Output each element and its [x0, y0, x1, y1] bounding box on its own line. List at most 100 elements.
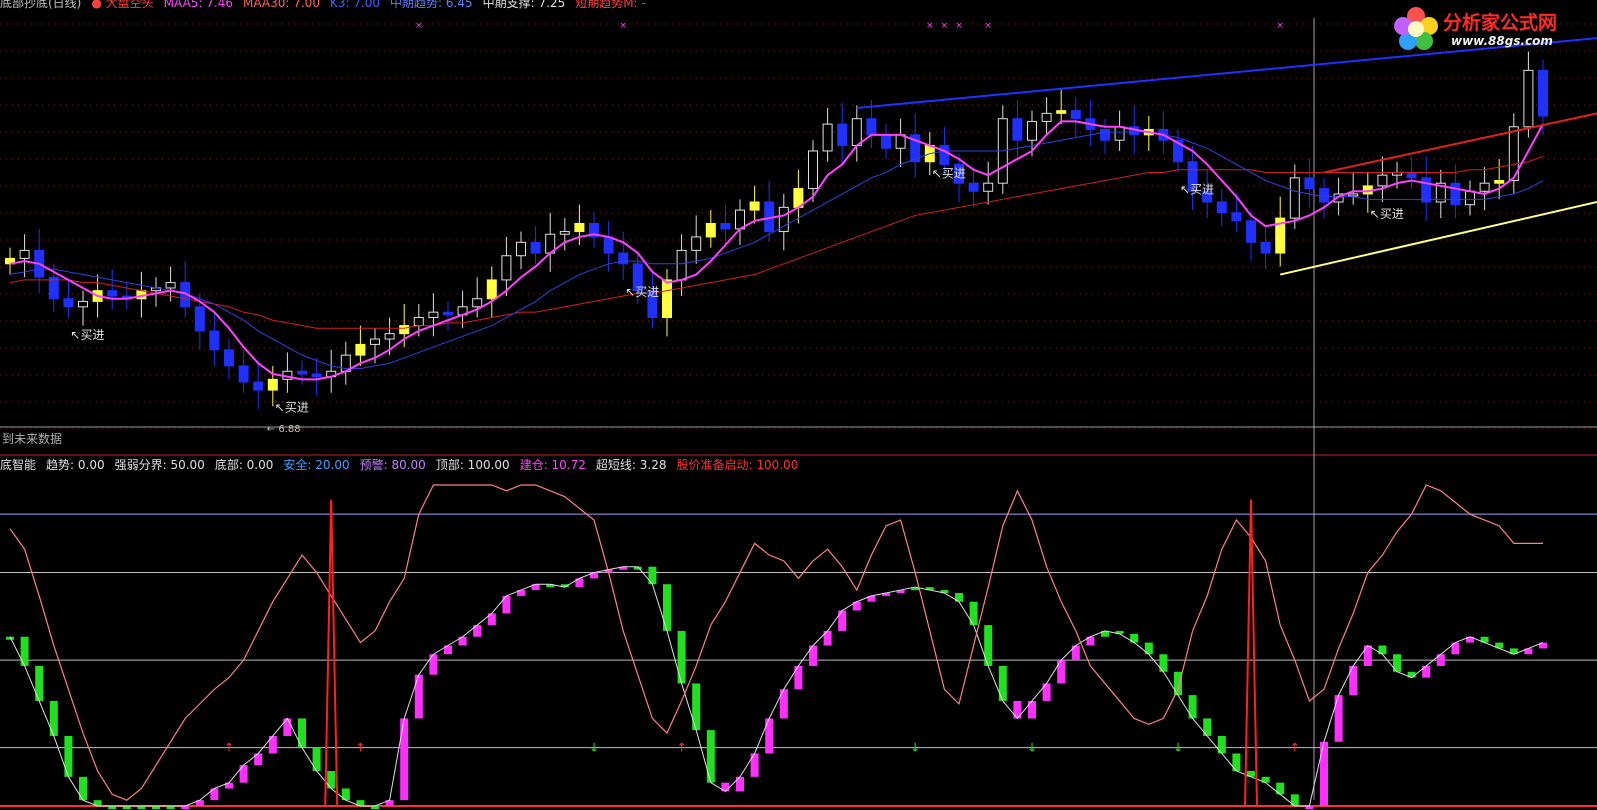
- candle-body: [808, 150, 818, 190]
- header-top-item-1: ● 大盘空头: [91, 0, 154, 10]
- candle-body: [1012, 118, 1023, 141]
- ma10-line: [9, 131, 1544, 370]
- candle-body: [705, 223, 716, 238]
- candle-body: [1319, 188, 1329, 203]
- trend-bar: [765, 718, 774, 754]
- candle-body: [63, 298, 74, 308]
- candle-body: [297, 370, 307, 375]
- arrow-up-icon: ↑: [224, 741, 234, 755]
- price-indicator-header: 底部抄底(日线) ● 大盘空头 MAA5: 7.46 MAA30: 7.00 K3: 7…: [0, 0, 656, 10]
- candle-body: [428, 311, 439, 319]
- candle-body: [603, 236, 614, 254]
- buy-signal-label: ↖买进: [932, 167, 966, 181]
- logo-url: www.88gs.com: [1451, 34, 1553, 48]
- arrow-down-icon: ↓: [1173, 741, 1183, 755]
- candle-body: [1538, 69, 1548, 117]
- candle-body: [574, 223, 585, 233]
- candle-body: [1114, 126, 1125, 141]
- candle-body: [1421, 177, 1432, 203]
- candle-body: [370, 338, 380, 345]
- trend-bar: [663, 584, 671, 631]
- candle-body: [691, 236, 702, 251]
- trend-bar: [312, 747, 321, 771]
- candle-body: [939, 145, 950, 165]
- header-bottom-item-8: 超短线: 3.28: [595, 458, 667, 472]
- trend-bar: [1174, 671, 1182, 696]
- trend-bar: [1188, 695, 1197, 719]
- candle-body: [1070, 110, 1081, 120]
- arrow-up-icon: ↑: [1290, 741, 1300, 755]
- buy-signal-label: ↖买进: [1370, 207, 1404, 221]
- candle-body: [837, 123, 848, 147]
- low-price-label: ← 6.88: [267, 424, 301, 435]
- trend-bar: [969, 601, 978, 626]
- trend-bar: [298, 718, 306, 748]
- candle-body: [1231, 212, 1242, 222]
- candle-body: [1406, 171, 1417, 179]
- arrow-down-icon: ↓: [589, 741, 599, 755]
- candle-body: [1246, 220, 1256, 243]
- price-panel[interactable]: ↖买进 ↖买进 ↖买进 ↖买进 ↖买进 ↖买进 ← 6.88 × × × × × × ×: [5, 21, 1597, 435]
- header-top-item-6: 中期支撑: 7.25: [482, 0, 566, 10]
- candle-body: [209, 330, 220, 351]
- candle-body: [1465, 190, 1475, 206]
- candle-body: [559, 231, 570, 235]
- trend-bar: [414, 674, 423, 719]
- trend-bar: [750, 753, 759, 777]
- candle-body: [1523, 69, 1534, 128]
- trend-bar: [1057, 660, 1066, 684]
- candle-body: [720, 223, 731, 230]
- signal-spike: [1244, 499, 1258, 807]
- candle-body: [78, 300, 88, 308]
- header-bottom-item-0: 底智能: [0, 458, 37, 472]
- header-bottom-item-7: 建仓: 10.72: [519, 458, 586, 472]
- buy-signal-label: ↖买进: [70, 328, 104, 342]
- header-top-item-0: 底部抄底(日线): [0, 0, 82, 10]
- trend-line-ma: [1323, 112, 1597, 174]
- candle-body: [1289, 177, 1300, 219]
- ma5-line: [9, 120, 1544, 381]
- oscillator-line: [9, 484, 1543, 801]
- trend-bar: [1320, 741, 1328, 806]
- flower-icon: [1394, 7, 1438, 50]
- candle-body: [516, 241, 526, 257]
- arrow-up-icon: ↑: [355, 741, 365, 755]
- header-top-item-7: 短期趋势M: -: [575, 0, 646, 10]
- trend-line-support: [1279, 201, 1597, 276]
- arrow-up-icon: ↑: [677, 741, 687, 755]
- top-marker: ×: [984, 21, 992, 31]
- candle-body: [486, 279, 497, 300]
- candle-body: [311, 373, 322, 378]
- trend-bar: [35, 665, 44, 701]
- candle-body: [1100, 128, 1110, 141]
- candle-body: [1216, 201, 1227, 214]
- trend-bar: [1334, 695, 1343, 742]
- candle-body: [224, 349, 234, 367]
- candle-body: [501, 255, 512, 281]
- header-bottom-item-9: 股价准备启动: 100.00: [676, 458, 799, 472]
- top-marker: ×: [955, 21, 963, 31]
- candle-body: [1041, 112, 1052, 122]
- oscillator-panel[interactable]: ↑ ↑ ↑ ↑ ↓ ↓ ↓ ↓: [0, 484, 1597, 809]
- buy-signal-label: ↖买进: [1180, 183, 1214, 197]
- header-top-item-2: MAA5: 7.46: [163, 0, 233, 10]
- candle-body: [1377, 174, 1388, 187]
- candle-body: [1348, 193, 1359, 197]
- oscillator-indicator-header: 底智能 趋势: 0.00 强弱分界: 50.00 底部: 0.00 安全: 20.00 预…: [0, 458, 808, 472]
- top-marker: ×: [415, 21, 423, 31]
- header-top-item-3: MAA30: 7.00: [243, 0, 320, 10]
- candle-body: [1056, 110, 1067, 114]
- candle-body: [194, 306, 205, 332]
- candle-body: [384, 333, 395, 340]
- no-future-data-label: 到未来数据: [2, 432, 63, 446]
- top-marker: ×: [941, 21, 949, 31]
- candle-body: [107, 290, 118, 297]
- trend-bar: [692, 683, 701, 731]
- header-bottom-item-1: 趋势: 0.00: [46, 458, 105, 472]
- header-bottom-item-4: 安全: 20.00: [283, 458, 350, 472]
- buy-signal-label: ↖买进: [625, 285, 659, 299]
- candle-body: [1450, 182, 1461, 206]
- arrow-down-icon: ↓: [910, 741, 920, 755]
- candle-body: [749, 201, 760, 211]
- candle-body: [1479, 182, 1490, 192]
